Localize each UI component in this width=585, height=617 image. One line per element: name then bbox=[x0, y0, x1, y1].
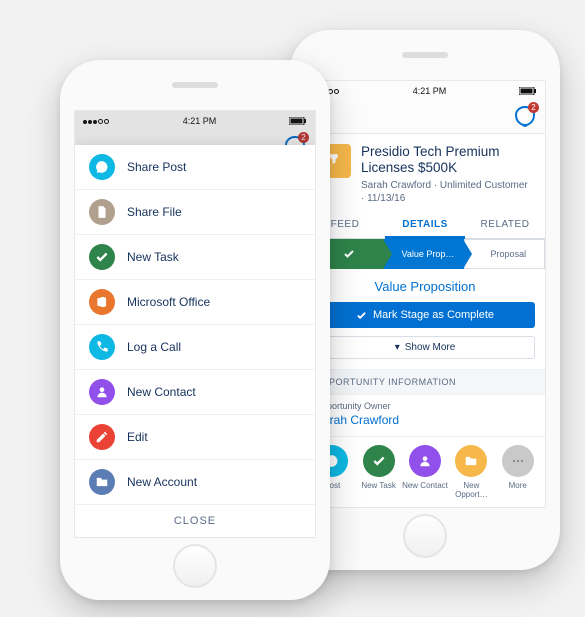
record-subtitle: Sarah Crawford · Unlimited Customer · 11… bbox=[361, 179, 533, 205]
action-new-task[interactable]: New Task bbox=[75, 235, 315, 280]
action-label: New Contact bbox=[127, 385, 196, 399]
quick-action-label: New Opport… bbox=[448, 481, 494, 499]
file-icon bbox=[89, 199, 115, 225]
folder-icon bbox=[455, 445, 487, 477]
mark-complete-button[interactable]: Mark Stage as Complete bbox=[315, 302, 535, 328]
action-label: Share Post bbox=[127, 160, 186, 174]
chevron-down-icon: ▾ bbox=[395, 342, 400, 353]
notification-badge: 2 bbox=[298, 132, 309, 143]
home-button[interactable] bbox=[173, 544, 217, 588]
record-title: Presidio Tech Premium Licenses $500K bbox=[361, 144, 533, 176]
contact-icon bbox=[409, 445, 441, 477]
quick-action-label: New Contact bbox=[402, 481, 448, 490]
quick-action-more[interactable]: More bbox=[495, 445, 541, 499]
stage-heading: Value Proposition bbox=[315, 279, 535, 294]
quick-action-new-task[interactable]: New Task bbox=[355, 445, 401, 499]
quick-action-new-contact[interactable]: New Contact bbox=[402, 445, 448, 499]
quick-action-new-opport-[interactable]: New Opport… bbox=[448, 445, 494, 499]
pencil-icon bbox=[89, 424, 115, 450]
folder-icon bbox=[89, 469, 115, 495]
action-log-a-call[interactable]: Log a Call bbox=[75, 325, 315, 370]
battery-icon bbox=[519, 87, 537, 95]
action-label: Log a Call bbox=[127, 340, 181, 354]
notification-badge: 2 bbox=[528, 102, 539, 113]
phone-icon bbox=[89, 334, 115, 360]
action-label: New Task bbox=[127, 250, 179, 264]
show-more-button[interactable]: ▾ Show More bbox=[315, 336, 535, 359]
action-share-post[interactable]: Share Post bbox=[75, 145, 315, 190]
action-label: Microsoft Office bbox=[127, 295, 210, 309]
check-icon bbox=[89, 244, 115, 270]
chat-icon bbox=[89, 154, 115, 180]
action-share-file[interactable]: Share File bbox=[75, 190, 315, 235]
section-header: OPPORTUNITY INFORMATION bbox=[305, 369, 545, 395]
contact-icon bbox=[89, 379, 115, 405]
tab-details[interactable]: DETAILS bbox=[385, 211, 465, 239]
action-new-account[interactable]: New Account bbox=[75, 460, 315, 505]
home-button[interactable] bbox=[403, 514, 447, 558]
field-value: Sarah Crawford bbox=[315, 413, 535, 427]
action-edit[interactable]: Edit bbox=[75, 415, 315, 460]
action-new-contact[interactable]: New Contact bbox=[75, 370, 315, 415]
quick-action-label: More bbox=[509, 481, 527, 490]
dots-icon bbox=[502, 445, 534, 477]
battery-icon bbox=[289, 117, 307, 125]
field-label: Opportunity Owner bbox=[315, 401, 535, 411]
signal-dots bbox=[83, 116, 110, 126]
tab-related[interactable]: RELATED bbox=[465, 211, 545, 239]
office-icon bbox=[89, 289, 115, 315]
check-icon bbox=[363, 445, 395, 477]
action-label: Edit bbox=[127, 430, 148, 444]
notification-bell[interactable]: 2 bbox=[515, 106, 535, 126]
stage-current[interactable]: Value Prop… bbox=[384, 239, 463, 269]
status-time: 4:21 PM bbox=[183, 116, 217, 126]
stage-next[interactable]: Proposal bbox=[464, 239, 545, 269]
quick-action-label: New Task bbox=[361, 481, 396, 490]
action-microsoft-office[interactable]: Microsoft Office bbox=[75, 280, 315, 325]
action-label: Share File bbox=[127, 205, 182, 219]
close-button[interactable]: CLOSE bbox=[75, 505, 315, 537]
action-label: New Account bbox=[127, 475, 197, 489]
status-time: 4:21 PM bbox=[413, 86, 447, 96]
